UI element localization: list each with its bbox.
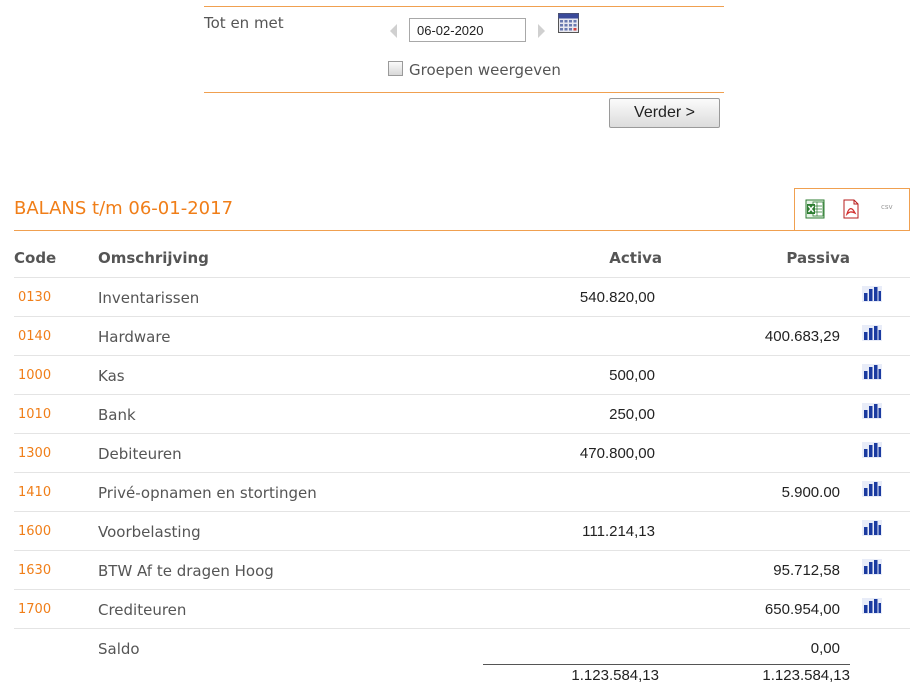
groups-checkbox[interactable] xyxy=(388,61,403,76)
passiva-value: 650.954,00 xyxy=(764,601,840,618)
column-header-description: Omschrijving xyxy=(98,249,209,267)
form-top-divider xyxy=(204,6,724,7)
table-row: 1600 Voorbelasting 111.214,13 xyxy=(14,511,910,551)
pdf-export-icon[interactable] xyxy=(841,199,861,219)
bar-chart-icon[interactable] xyxy=(862,520,882,536)
account-description: Hardware xyxy=(98,328,171,346)
column-header-activa: Activa xyxy=(609,249,662,267)
saldo-value: 0,00 xyxy=(810,640,840,657)
column-header-passiva: Passiva xyxy=(786,249,850,267)
table-row: 1000 Kas 500,00 xyxy=(14,355,910,395)
activa-value: 111.214,13 xyxy=(582,523,655,540)
table-row: 0130 Inventarissen 540.820,00 xyxy=(14,277,910,317)
account-code-link[interactable]: 1600 xyxy=(18,524,51,539)
table-row: 1010 Bank 250,00 xyxy=(14,394,910,434)
account-description: Privé-opnamen en stortingen xyxy=(98,484,317,502)
account-code-link[interactable]: 0130 xyxy=(18,290,51,305)
account-description: Crediteuren xyxy=(98,601,187,619)
table-row: 1630 BTW Af te dragen Hoog 95.712,58 xyxy=(14,550,910,590)
account-code-link[interactable]: 1700 xyxy=(18,602,51,617)
activa-value: 540.820,00 xyxy=(579,289,655,306)
date-input[interactable]: 06-02-2020 xyxy=(409,18,526,42)
report-title: BALANS t/m 06-01-2017 xyxy=(14,198,234,219)
total-passiva: 1.123.584,13 xyxy=(762,667,850,684)
date-label: Tot en met xyxy=(204,14,284,32)
column-header-code: Code xyxy=(14,249,57,267)
table-row: 1410 Privé-opnamen en stortingen 5.900.0… xyxy=(14,472,910,512)
activa-value: 470.800,00 xyxy=(579,445,655,462)
bar-chart-icon[interactable] xyxy=(862,559,882,575)
saldo-row: Saldo 0,00 xyxy=(14,628,910,668)
bar-chart-icon[interactable] xyxy=(862,286,882,302)
account-description: Kas xyxy=(98,367,125,385)
account-code-link[interactable]: 1000 xyxy=(18,368,51,383)
bar-chart-icon[interactable] xyxy=(862,442,882,458)
account-code-link[interactable]: 1410 xyxy=(18,485,51,500)
passiva-value: 95.712,58 xyxy=(773,562,840,579)
account-description: Voorbelasting xyxy=(98,523,201,541)
total-activa: 1.123.584,13 xyxy=(571,667,659,684)
csv-export-button[interactable]: csv xyxy=(881,203,893,211)
calendar-icon[interactable] xyxy=(558,13,579,33)
excel-export-icon[interactable] xyxy=(805,199,825,219)
account-description: BTW Af te dragen Hoog xyxy=(98,562,274,580)
bar-chart-icon[interactable] xyxy=(862,364,882,380)
previous-date-arrow-icon[interactable] xyxy=(390,24,397,38)
account-code-link[interactable]: 1300 xyxy=(18,446,51,461)
next-date-arrow-icon[interactable] xyxy=(538,24,545,38)
account-description: Bank xyxy=(98,406,136,424)
saldo-label: Saldo xyxy=(98,640,140,658)
passiva-value: 5.900.00 xyxy=(781,484,840,501)
passiva-value: 400.683,29 xyxy=(764,328,840,345)
table-row: 0140 Hardware 400.683,29 xyxy=(14,316,910,356)
bar-chart-icon[interactable] xyxy=(862,403,882,419)
totals-divider xyxy=(483,664,850,665)
title-divider xyxy=(14,230,794,231)
export-toolbar: csv xyxy=(794,188,910,231)
activa-value: 500,00 xyxy=(609,367,655,384)
bar-chart-icon[interactable] xyxy=(862,325,882,341)
bar-chart-icon[interactable] xyxy=(862,481,882,497)
account-code-link[interactable]: 1010 xyxy=(18,407,51,422)
account-description: Debiteuren xyxy=(98,445,182,463)
account-code-link[interactable]: 1630 xyxy=(18,563,51,578)
activa-value: 250,00 xyxy=(609,406,655,423)
bar-chart-icon[interactable] xyxy=(862,598,882,614)
verder-button[interactable]: Verder > xyxy=(609,98,720,128)
groups-label: Groepen weergeven xyxy=(409,61,561,79)
account-code-link[interactable]: 0140 xyxy=(18,329,51,344)
table-row: 1700 Crediteuren 650.954,00 xyxy=(14,589,910,629)
table-row: 1300 Debiteuren 470.800,00 xyxy=(14,433,910,473)
form-bottom-divider xyxy=(204,92,724,93)
account-description: Inventarissen xyxy=(98,289,200,307)
